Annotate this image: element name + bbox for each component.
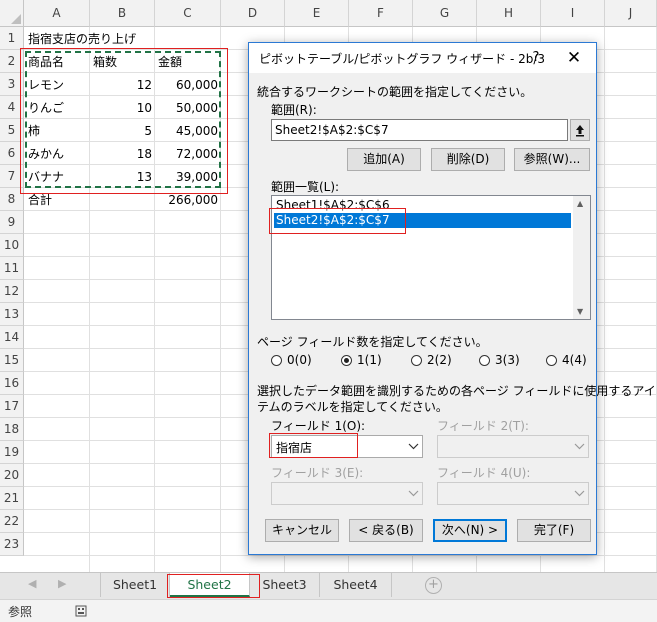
chevron-down-icon — [574, 443, 585, 450]
delete-button[interactable]: 削除(D) — [431, 148, 505, 171]
radio-icon — [546, 355, 557, 366]
list-selection-highlight — [269, 208, 406, 234]
tab-sheet1[interactable]: Sheet1 — [100, 573, 170, 597]
chevron-down-icon[interactable] — [405, 436, 422, 457]
column-header[interactable]: D — [221, 0, 285, 27]
field2-combo[interactable] — [437, 435, 589, 458]
pivot-wizard-dialog: ピボットテーブル/ピボットグラフ ウィザード - 2b/3 ? ✕ 統合するワー… — [248, 42, 656, 555]
row-header[interactable]: 13 — [0, 303, 24, 326]
collapse-arrow-icon — [576, 125, 584, 137]
row-header[interactable]: 19 — [0, 441, 24, 464]
status-bar: 参照 — [0, 599, 657, 622]
column-header[interactable]: A — [24, 0, 90, 27]
row-header[interactable]: 10 — [0, 234, 24, 257]
chevron-down-icon — [408, 490, 419, 497]
row-header[interactable]: 15 — [0, 349, 24, 372]
field4-label: フィールド 4(U): — [437, 466, 531, 480]
label-instruction-line2: テムのラベルを指定してください。 — [257, 400, 448, 414]
add-button[interactable]: 追加(A) — [347, 148, 421, 171]
field1-label: フィールド 1(O): — [271, 419, 366, 433]
radio-icon — [479, 355, 490, 366]
row-header[interactable]: 23 — [0, 533, 24, 556]
field1-highlight — [269, 433, 358, 458]
column-header[interactable]: E — [285, 0, 349, 27]
help-icon[interactable]: ? — [525, 47, 547, 69]
list-scrollbar[interactable]: ▲ ▼ — [573, 196, 590, 319]
row-header[interactable]: 12 — [0, 280, 24, 303]
column-header[interactable]: C — [155, 0, 221, 27]
close-icon[interactable]: ✕ — [562, 47, 586, 69]
row-header[interactable]: 22 — [0, 510, 24, 533]
finish-button[interactable]: 完了(F) — [517, 519, 591, 542]
range-list-label: 範囲一覧(L): — [271, 180, 340, 194]
radio-selected-icon — [341, 355, 352, 366]
cancel-button[interactable]: キャンセル — [265, 519, 339, 542]
range-label: 範囲(R): — [271, 103, 317, 117]
add-sheet-icon[interactable]: + — [425, 577, 442, 594]
field4-combo[interactable] — [437, 482, 589, 505]
sheet-tab-bar: ◀ ▶ Sheet1 Sheet2 Sheet3 Sheet4 + — [0, 572, 657, 599]
field2-label: フィールド 2(T): — [437, 419, 529, 433]
scroll-up-icon[interactable]: ▲ — [577, 199, 583, 208]
dialog-title: ピボットテーブル/ピボットグラフ ウィザード - 2b/3 — [259, 52, 546, 66]
select-all-corner[interactable] — [0, 0, 24, 27]
row-header[interactable]: 11 — [0, 257, 24, 280]
macro-record-icon[interactable] — [75, 605, 87, 617]
row-header[interactable]: 17 — [0, 395, 24, 418]
back-button[interactable]: < 戻る(B) — [349, 519, 423, 542]
radio-icon — [411, 355, 422, 366]
gridline — [24, 555, 657, 556]
row-header[interactable]: 14 — [0, 326, 24, 349]
browse-button[interactable]: 参照(W)... — [514, 148, 590, 171]
column-header[interactable]: I — [541, 0, 605, 27]
row-header[interactable]: 21 — [0, 487, 24, 510]
column-header[interactable]: G — [413, 0, 477, 27]
row-header[interactable]: 16 — [0, 372, 24, 395]
radio-icon — [271, 355, 282, 366]
page-fields-label: ページ フィールド数を指定してください。 — [257, 335, 488, 349]
scroll-down-icon[interactable]: ▼ — [577, 307, 583, 316]
gridline — [604, 27, 605, 572]
field3-label: フィールド 3(E): — [271, 466, 364, 480]
active-tab-highlight — [167, 574, 260, 598]
chevron-down-icon — [574, 490, 585, 497]
column-header[interactable]: B — [90, 0, 155, 27]
column-header[interactable]: F — [349, 0, 413, 27]
tab-scroll-right-icon[interactable]: ▶ — [58, 577, 66, 590]
row-header[interactable]: 1 — [0, 27, 24, 50]
tab-scroll-left-icon[interactable]: ◀ — [28, 577, 36, 590]
row-header[interactable]: 9 — [0, 211, 24, 234]
label-instruction-line1: 選択したデータ範囲を識別するための各ページ フィールドに使用するアイ — [257, 384, 656, 398]
tab-sheet4[interactable]: Sheet4 — [320, 573, 392, 597]
field3-combo[interactable] — [271, 482, 423, 505]
row-header[interactable]: 20 — [0, 464, 24, 487]
range-input[interactable]: Sheet2!$A$2:$C$7 — [271, 119, 568, 141]
row-header[interactable]: 18 — [0, 418, 24, 441]
range-instruction: 統合するワークシートの範囲を指定してください。 — [257, 85, 533, 99]
selected-range-highlight — [20, 48, 228, 194]
collapse-dialog-button[interactable] — [570, 119, 590, 141]
column-header[interactable]: J — [605, 0, 657, 27]
dialog-titlebar[interactable]: ピボットテーブル/ピボットグラフ ウィザード - 2b/3 ? ✕ — [249, 43, 596, 73]
status-mode-text: 参照 — [8, 605, 33, 619]
next-button[interactable]: 次へ(N) > — [433, 519, 507, 542]
column-header[interactable]: H — [477, 0, 541, 27]
tab-sheet3[interactable]: Sheet3 — [250, 573, 320, 597]
